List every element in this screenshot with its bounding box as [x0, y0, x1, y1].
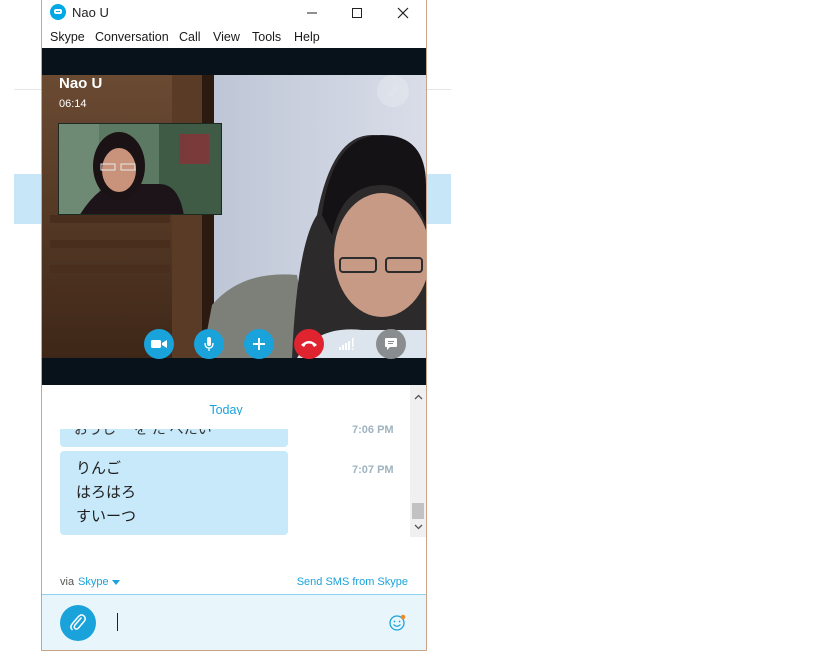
paperclip-icon [70, 614, 86, 631]
menu-view[interactable]: View [213, 30, 240, 44]
scroll-down-button[interactable] [410, 520, 426, 534]
message-line: すいーつ [76, 508, 137, 525]
self-view-video[interactable] [58, 123, 222, 215]
maximize-icon [352, 8, 362, 18]
video-toggle-button[interactable] [144, 329, 174, 359]
message-line: はろはろ [76, 484, 137, 501]
via-service-label: Skype [78, 576, 109, 588]
signal-strength-icon [339, 338, 354, 350]
skype-logo-icon [50, 4, 66, 20]
message-input[interactable] [116, 609, 376, 635]
caller-name: Nao U [59, 75, 103, 92]
call-quality-button[interactable] [332, 329, 362, 359]
message-timestamp: 7:07 PM [352, 464, 394, 476]
add-icon [253, 338, 265, 350]
show-chat-button[interactable] [376, 329, 406, 359]
menu-conversation[interactable]: Conversation [95, 30, 169, 44]
emoticon-button[interactable] [388, 614, 406, 632]
menu-call[interactable]: Call [179, 30, 201, 44]
via-service-dropdown[interactable]: Skype [78, 576, 120, 588]
fullscreen-button[interactable] [377, 75, 409, 107]
attach-button[interactable] [60, 605, 96, 641]
caret-down-icon [111, 580, 120, 585]
chevron-down-icon [414, 524, 422, 530]
remote-video [42, 75, 426, 358]
menu-tools[interactable]: Tools [252, 30, 281, 44]
message-timestamp: 7:06 PM [352, 424, 394, 436]
chevron-up-icon [414, 394, 422, 400]
scroll-thumb[interactable] [412, 503, 424, 519]
expand-icon [388, 86, 398, 96]
window-title: Nao U [72, 5, 109, 20]
microphone-icon [204, 337, 214, 351]
mute-button[interactable] [194, 329, 224, 359]
send-sms-link[interactable]: Send SMS from Skype [297, 576, 408, 588]
close-button[interactable] [380, 0, 426, 26]
chat-scrollbar[interactable] [410, 385, 426, 537]
video-camera-icon [151, 340, 167, 348]
call-area: Nao U 06:14 [42, 48, 426, 385]
via-label: via [60, 576, 75, 588]
menu-bar: Skype Conversation Call View Tools Help [42, 26, 426, 48]
close-icon [397, 7, 409, 19]
chat-bubble-icon [385, 338, 397, 350]
message-line: りんご [76, 460, 122, 477]
maximize-button[interactable] [334, 0, 380, 26]
message-composer [42, 594, 426, 650]
add-participants-button[interactable] [244, 329, 274, 359]
emoticon-icon [389, 614, 406, 631]
message-bubble: りんご はろはろ すいーつ [60, 451, 288, 535]
call-timer: 06:14 [59, 98, 87, 110]
text-cursor [117, 613, 118, 631]
end-call-icon [301, 341, 317, 347]
message-via-row: via Skype Send SMS from Skype [42, 575, 426, 593]
title-bar: Nao U [42, 0, 426, 26]
minimize-button[interactable] [289, 0, 335, 26]
minimize-icon [307, 12, 317, 14]
menu-help[interactable]: Help [294, 30, 320, 44]
menu-skype[interactable]: Skype [50, 30, 85, 44]
skype-call-window: Nao U Skype Conversation Call View Tools… [41, 0, 427, 651]
chat-history: Today おうし ーを た べたい 7:06 PM りんご はろはろ すいーつ… [42, 385, 426, 575]
scroll-up-button[interactable] [410, 390, 426, 404]
end-call-button[interactable] [294, 329, 324, 359]
